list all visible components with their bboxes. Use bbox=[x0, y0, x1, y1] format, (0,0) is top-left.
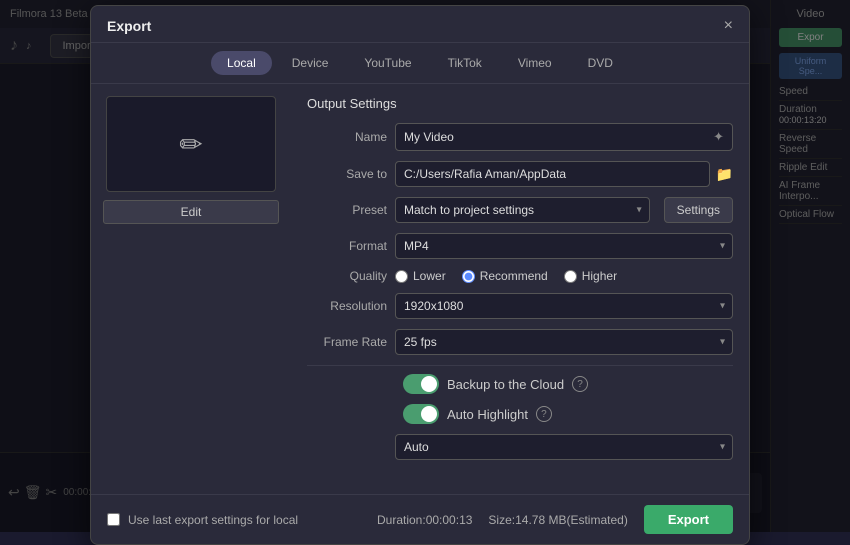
ai-edit-icon: ✦ bbox=[713, 129, 724, 145]
auto-highlight-row: Auto Highlight ? bbox=[307, 404, 733, 424]
tab-dvd[interactable]: DVD bbox=[572, 51, 629, 75]
auto-select[interactable]: Auto Manual bbox=[395, 434, 733, 460]
name-input[interactable] bbox=[404, 130, 707, 144]
backup-cloud-toggle[interactable] bbox=[403, 374, 439, 394]
size-stat: Size:14.78 MB(Estimated) bbox=[488, 513, 627, 527]
export-modal: Export × Local Device YouTube TikTok Vim… bbox=[90, 5, 750, 545]
auto-select-wrapper: Auto Manual ▾ bbox=[395, 434, 733, 460]
footer-info: Duration:00:00:13 Size:14.78 MB(Estimate… bbox=[377, 505, 733, 534]
duration-stat: Duration:00:00:13 bbox=[377, 513, 472, 527]
quality-recommend-label: Recommend bbox=[480, 269, 548, 283]
folder-icon[interactable]: 📁 bbox=[716, 166, 733, 183]
frame-rate-select[interactable]: 25 fps 30 fps 60 fps 24 fps bbox=[395, 329, 733, 355]
duration-stat-label: Duration: bbox=[377, 513, 426, 527]
settings-panel: Output Settings Name ✦ Save to 📁 Prese bbox=[291, 84, 749, 494]
name-row: Name ✦ bbox=[307, 123, 733, 151]
modal-header: Export × bbox=[91, 6, 749, 43]
settings-title: Output Settings bbox=[307, 96, 733, 111]
preset-row: Preset Match to project settings Custom … bbox=[307, 197, 733, 223]
quality-higher-label: Higher bbox=[582, 269, 617, 283]
preview-thumbnail: ✏ bbox=[106, 96, 276, 192]
auto-highlight-toggle-knob bbox=[421, 406, 437, 422]
quality-higher-option[interactable]: Higher bbox=[564, 269, 617, 283]
quality-options: Lower Recommend Higher bbox=[395, 269, 617, 283]
auto-highlight-toggle[interactable] bbox=[403, 404, 439, 424]
quality-label: Quality bbox=[307, 269, 387, 283]
resolution-row: Resolution 1920x1080 1280x720 3840x2160 … bbox=[307, 293, 733, 319]
backup-cloud-help-icon[interactable]: ? bbox=[572, 376, 588, 392]
preview-panel: ✏ Edit bbox=[91, 84, 291, 494]
quality-higher-radio[interactable] bbox=[564, 270, 577, 283]
preset-select[interactable]: Match to project settings Custom bbox=[395, 197, 650, 223]
name-input-wrapper: ✦ bbox=[395, 123, 733, 151]
auto-dropdown-row: Auto Manual ▾ bbox=[395, 434, 733, 460]
path-row: 📁 bbox=[395, 161, 733, 187]
size-stat-label: Size: bbox=[488, 513, 515, 527]
modal-tabs: Local Device YouTube TikTok Vimeo DVD bbox=[91, 43, 749, 84]
tab-vimeo[interactable]: Vimeo bbox=[502, 51, 568, 75]
backup-cloud-row: Backup to the Cloud ? bbox=[307, 374, 733, 394]
edit-button[interactable]: Edit bbox=[103, 200, 279, 224]
tab-youtube[interactable]: YouTube bbox=[348, 51, 427, 75]
auto-highlight-label: Auto Highlight bbox=[447, 407, 528, 422]
frame-rate-label: Frame Rate bbox=[307, 335, 387, 349]
save-to-label: Save to bbox=[307, 167, 387, 181]
export-button[interactable]: Export bbox=[644, 505, 733, 534]
last-settings-checkbox[interactable] bbox=[107, 513, 120, 526]
quality-lower-option[interactable]: Lower bbox=[395, 269, 446, 283]
edit-pen-icon: ✏ bbox=[179, 128, 202, 161]
backup-cloud-toggle-knob bbox=[421, 376, 437, 392]
quality-lower-label: Lower bbox=[413, 269, 446, 283]
frame-rate-row: Frame Rate 25 fps 30 fps 60 fps 24 fps ▾ bbox=[307, 329, 733, 355]
close-button[interactable]: × bbox=[724, 18, 733, 34]
format-row: Format MP4 MOV AVI GIF ▾ bbox=[307, 233, 733, 259]
resolution-select[interactable]: 1920x1080 1280x720 3840x2160 bbox=[395, 293, 733, 319]
save-to-row: Save to 📁 bbox=[307, 161, 733, 187]
preset-label: Preset bbox=[307, 203, 387, 217]
backup-cloud-label: Backup to the Cloud bbox=[447, 377, 564, 392]
tab-local[interactable]: Local bbox=[211, 51, 272, 75]
quality-recommend-option[interactable]: Recommend bbox=[462, 269, 548, 283]
quality-row: Quality Lower Recommend Higher bbox=[307, 269, 733, 283]
quality-lower-radio[interactable] bbox=[395, 270, 408, 283]
name-label: Name bbox=[307, 130, 387, 144]
quality-recommend-radio[interactable] bbox=[462, 270, 475, 283]
size-stat-value: 14.78 MB(Estimated) bbox=[515, 513, 628, 527]
tab-tiktok[interactable]: TikTok bbox=[432, 51, 498, 75]
resolution-label: Resolution bbox=[307, 299, 387, 313]
settings-button[interactable]: Settings bbox=[664, 197, 733, 223]
format-select-wrapper: MP4 MOV AVI GIF ▾ bbox=[395, 233, 733, 259]
save-path-input[interactable] bbox=[395, 161, 710, 187]
modal-body: ✏ Edit Output Settings Name ✦ Save to 📁 bbox=[91, 84, 749, 494]
modal-title: Export bbox=[107, 18, 151, 34]
format-label: Format bbox=[307, 239, 387, 253]
modal-footer: Use last export settings for local Durat… bbox=[91, 494, 749, 544]
format-select[interactable]: MP4 MOV AVI GIF bbox=[395, 233, 733, 259]
divider-1 bbox=[307, 365, 733, 366]
resolution-select-wrapper: 1920x1080 1280x720 3840x2160 ▾ bbox=[395, 293, 733, 319]
footer-left: Use last export settings for local bbox=[107, 513, 298, 527]
preset-select-wrapper: Match to project settings Custom ▾ bbox=[395, 197, 650, 223]
tab-device[interactable]: Device bbox=[276, 51, 345, 75]
frame-rate-select-wrapper: 25 fps 30 fps 60 fps 24 fps ▾ bbox=[395, 329, 733, 355]
auto-highlight-help-icon[interactable]: ? bbox=[536, 406, 552, 422]
last-settings-label: Use last export settings for local bbox=[128, 513, 298, 527]
duration-stat-value: 00:00:13 bbox=[426, 513, 473, 527]
